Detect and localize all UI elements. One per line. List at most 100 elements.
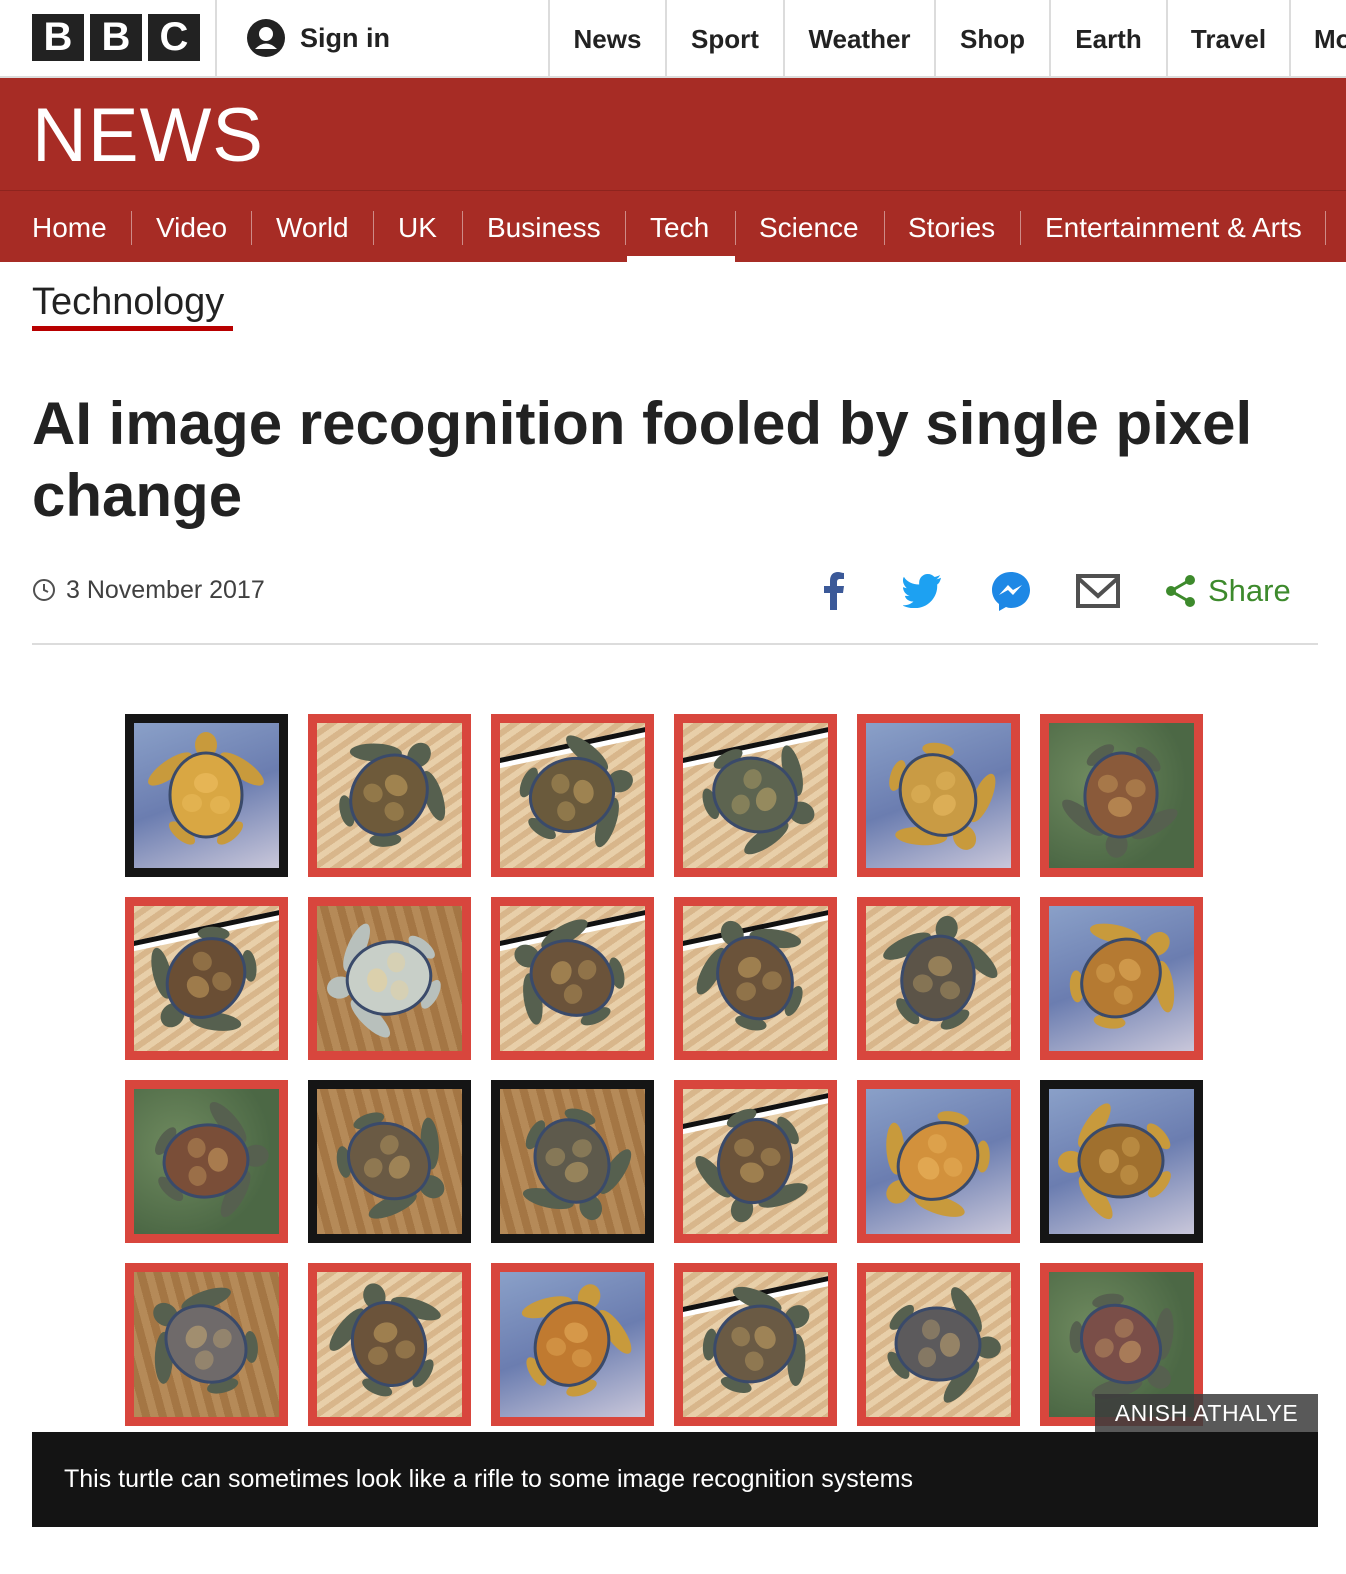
nav-item-entertainment-arts[interactable]: Entertainment & Arts: [1045, 191, 1302, 263]
turtle-figure: [153, 1287, 258, 1394]
nav-item-stories[interactable]: Stories: [908, 191, 995, 263]
turtle-photo-tile: [1040, 1080, 1203, 1243]
masthead-divider: [1289, 0, 1291, 76]
topnav-earth[interactable]: Earth: [1051, 0, 1166, 76]
article-date: 3 November 2017: [32, 574, 265, 606]
turtle-part: [168, 751, 244, 839]
turtle-part: [194, 773, 218, 793]
section-label-technology[interactable]: Technology: [32, 280, 224, 324]
turtle-photo-tile: [491, 897, 654, 1060]
nav-item-uk[interactable]: UK: [398, 191, 437, 263]
section-label-underline: [32, 326, 233, 331]
nav-separator: [625, 211, 626, 245]
nav-item-video[interactable]: Video: [156, 191, 227, 263]
turtle-figure: [702, 1286, 810, 1393]
topnav-weather[interactable]: Weather: [785, 0, 934, 76]
nav-item-world[interactable]: World: [276, 191, 349, 263]
bbc-logo[interactable]: B B C: [32, 14, 200, 61]
turtle-part: [182, 794, 202, 812]
twitter-share-button[interactable]: [902, 568, 944, 614]
turtle-figure: [695, 1108, 808, 1223]
turtle-figure: [696, 920, 803, 1031]
turtle-photo-tile: [1040, 897, 1203, 1060]
turtle-photo-tile: [674, 897, 837, 1060]
nav-item-home[interactable]: Home: [32, 191, 107, 263]
turtle-figure: [329, 1283, 441, 1397]
turtle-figure: [336, 1112, 445, 1219]
turtle-figure: [155, 1101, 269, 1218]
topnav-travel[interactable]: Travel: [1168, 0, 1289, 76]
topnav-news[interactable]: News: [550, 0, 665, 76]
turtle-photo-tile: [674, 1263, 837, 1426]
turtle-figure: [889, 742, 996, 850]
share-icon: [1166, 575, 1195, 607]
news-banner: NEWS: [0, 78, 1346, 190]
bbc-logo-letter: B: [32, 14, 84, 61]
article-figure: ANISH ATHALYE This turtle can sometimes …: [32, 680, 1318, 1527]
messenger-share-button[interactable]: [990, 568, 1032, 614]
facebook-icon: [824, 572, 844, 610]
topnav-more[interactable]: Mo: [1314, 0, 1346, 76]
turtle-figure: [886, 1111, 990, 1217]
turtle-photo-tile: [1040, 714, 1203, 877]
clock-icon: [33, 579, 55, 601]
topnav-shop[interactable]: Shop: [936, 0, 1049, 76]
nav-active-indicator: [627, 256, 735, 262]
section-nav: Home Video World UK Business Tech Scienc…: [0, 190, 1346, 262]
turtle-figure: [883, 915, 998, 1030]
news-wordmark[interactable]: NEWS: [32, 96, 264, 176]
nav-separator: [251, 211, 252, 245]
share-button[interactable]: Share: [1164, 570, 1291, 612]
sign-in-label: Sign in: [300, 22, 390, 53]
sign-in-button[interactable]: Sign in: [246, 18, 390, 58]
image-caption: This turtle can sometimes look like a ri…: [32, 1432, 1318, 1527]
nav-separator: [373, 211, 374, 245]
turtle-photo-tile: [308, 897, 471, 1060]
messenger-icon: [992, 572, 1030, 611]
turtle-photo-tile: [308, 1080, 471, 1243]
nav-separator: [131, 211, 132, 245]
turtle-photo-tile: [857, 1263, 1020, 1426]
turtle-photo-tile: [674, 714, 837, 877]
turtle-figure: [1069, 923, 1175, 1029]
twitter-icon: [903, 574, 942, 608]
share-label: Share: [1208, 573, 1291, 608]
user-icon: [247, 19, 285, 57]
image-credit: ANISH ATHALYE: [1095, 1394, 1318, 1432]
turtle-figure: [339, 742, 446, 847]
turtle-photo-tile: [674, 1080, 837, 1243]
article-headline: AI image recognition fooled by single pi…: [32, 390, 1253, 529]
nav-separator: [735, 211, 736, 245]
turtle-photo-tile: [857, 897, 1020, 1060]
bbc-logo-letter: B: [90, 14, 142, 61]
masthead-divider: [215, 0, 217, 76]
header-divider: [32, 643, 1318, 645]
facebook-share-button[interactable]: [817, 568, 851, 614]
bbc-masthead: B B C Sign in News Sport Weather Shop Ea…: [0, 0, 1346, 78]
nav-separator: [1020, 211, 1021, 245]
nav-item-business[interactable]: Business: [487, 191, 601, 263]
turtle-figure: [514, 919, 625, 1026]
nav-separator: [884, 211, 885, 245]
turtle-photo-tile: [125, 1263, 288, 1426]
nav-item-tech[interactable]: Tech: [650, 191, 709, 263]
turtle-photo-tile: [491, 1080, 654, 1243]
turtle-photo-tile: [308, 1263, 471, 1426]
turtle-photo-tile: [125, 897, 288, 1060]
turtle-part: [1077, 1123, 1165, 1199]
turtle-figure: [521, 1284, 632, 1397]
turtle-figure: [522, 1108, 632, 1221]
turtle-photo-tile: [308, 714, 471, 877]
turtle-figure: [1062, 744, 1178, 858]
nav-item-science[interactable]: Science: [759, 191, 859, 263]
turtle-figure: [887, 1287, 1001, 1403]
email-icon: [1076, 574, 1120, 608]
turtle-figure: [151, 926, 257, 1031]
bbc-logo-letter: C: [148, 14, 200, 61]
turtle-figure: [519, 735, 633, 848]
turtle-figure: [148, 732, 264, 845]
nav-separator: [462, 211, 463, 245]
topnav-sport[interactable]: Sport: [667, 0, 783, 76]
turtle-photo-tile: [491, 714, 654, 877]
email-share-button[interactable]: [1075, 568, 1121, 614]
